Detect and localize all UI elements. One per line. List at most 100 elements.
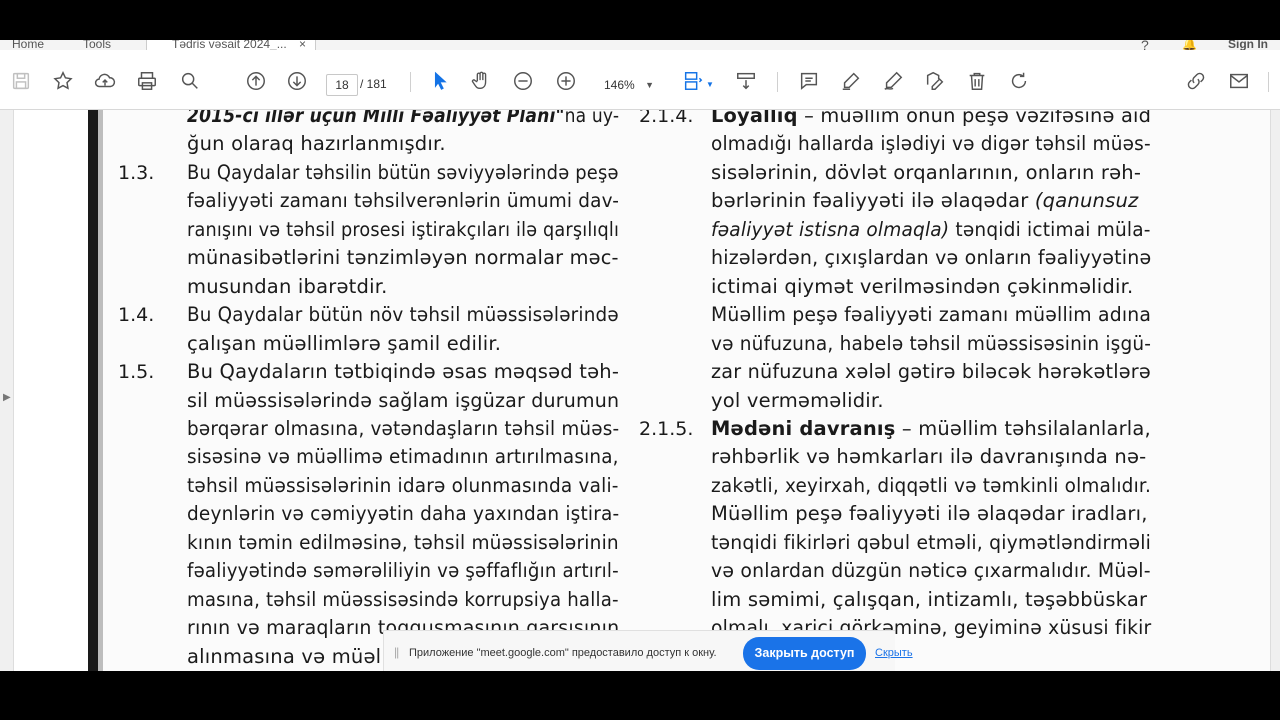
tab-close-icon[interactable]: × xyxy=(299,40,306,50)
help-icon[interactable]: ? xyxy=(1141,40,1149,50)
right-pane-toggle[interactable] xyxy=(1270,110,1280,671)
tab-tools[interactable]: Tools xyxy=(83,40,111,50)
hand-icon[interactable] xyxy=(468,68,494,94)
left_column-text-line: Bu Qaydalar bütün növ təhsil müəssisələr… xyxy=(187,303,619,326)
save-icon[interactable] xyxy=(8,68,34,94)
text-run: ictimai qiymət verilməsindən çəkinməlidi… xyxy=(711,274,1134,298)
left_column-text-line: alınmasına və müəll xyxy=(187,645,387,668)
text-run: Müəllim peşə fəaliyyəti zamanı müəllim a… xyxy=(711,303,1152,327)
print-icon[interactable] xyxy=(134,68,160,94)
sign-icon[interactable] xyxy=(922,68,948,94)
text-run: yol verməməlidir. xyxy=(711,388,884,412)
delete-icon[interactable] xyxy=(964,68,990,94)
sign-in-link[interactable]: Sign In xyxy=(1228,40,1268,50)
text-run: münasibətlərini tənzimləyən normalar məc… xyxy=(187,246,619,270)
text-run: Bu Qaydalar təhsilin bütün səviyyələrind… xyxy=(187,160,619,184)
text-run: təhsil müəssisələrinin idarə olunmasında… xyxy=(187,473,619,497)
right_column-text-line: və nüfuzuna, habelə təhsil müəssisəsinin… xyxy=(711,332,1151,355)
zoom-out-icon[interactable] xyxy=(510,68,536,94)
toolbar: 18 / 181 146% ▼ ▼ xyxy=(0,50,1280,110)
text-run: masına, təhsil müəssisəsində korrupsiya … xyxy=(187,587,619,611)
right_column-text-line: fəaliyyət istisna olmaqla) tənqidi ictim… xyxy=(711,218,1151,241)
left_column-text-line: sil müəssisələrində sağlam işgüzar durum… xyxy=(187,389,619,412)
text-run: ğun olaraq hazırlanmışdır. xyxy=(187,132,446,156)
pdf-page[interactable]: 2015-ci illər üçün Milli Fəaliyyət Planı… xyxy=(103,110,1270,671)
left_column-text-line: sisəsinə və müəllimə etimadının artırılm… xyxy=(187,445,619,468)
right_column-text-line: zakətli, xeyirxah, diqqətli və təmkinli … xyxy=(711,474,1151,497)
left_column-text-line: deynlərin və cəmiyyətin daha yaxından iş… xyxy=(187,502,619,525)
text-run: zar nüfuzuna xələl gətirə biləcək hərəkə… xyxy=(711,360,1151,384)
hide-link[interactable]: Скрыть xyxy=(875,647,913,659)
navigation-pane-toggle[interactable]: ▶ xyxy=(0,110,14,671)
right_column-text-line: tənqidi fikirləri qəbul etməli, qiymətlə… xyxy=(711,531,1151,554)
rotate-icon[interactable] xyxy=(1006,68,1032,94)
chevron-down-icon: ▼ xyxy=(645,80,654,90)
text-run: Müəllim peşə fəaliyyəti ilə əlaqədar ira… xyxy=(711,502,1148,526)
right_column-text-line: Mədəni davranış – müəllim təhsilalanlarl… xyxy=(711,417,1151,440)
expand-arrow-icon[interactable]: ▶ xyxy=(3,392,11,403)
search-icon[interactable] xyxy=(177,68,203,94)
text-run: zakətli, xeyirxah, diqqətli və təmkinli … xyxy=(711,473,1152,497)
drag-handle-icon[interactable]: || xyxy=(394,645,399,659)
highlight-icon[interactable] xyxy=(838,68,864,94)
text-run: tənqidi ictimai müla- xyxy=(949,217,1151,241)
left_column-clause-number: 1.3. xyxy=(118,161,155,184)
text-run: fəaliyyəti zamanı təhsilverənlərin ümumi… xyxy=(187,189,620,213)
text-run: lim səmimi, çalışqan, intizamlı, təşəbbü… xyxy=(711,587,1148,611)
left_column-text-line: fəaliyyətində səmərəliliyin və şəffaflığ… xyxy=(187,559,619,582)
text-run: kının təmin edilməsinə, təhsil müəssisəl… xyxy=(187,530,619,554)
page-fit-icon[interactable] xyxy=(680,68,706,94)
text-run: sisəsinə və müəllimə etimadının artırılm… xyxy=(187,445,619,469)
zoom-select[interactable]: 146% ▼ xyxy=(596,74,660,96)
select-cursor-icon[interactable] xyxy=(427,68,453,94)
link-icon[interactable] xyxy=(1183,68,1209,94)
page-total: / 181 xyxy=(360,77,387,91)
email-icon[interactable] xyxy=(1226,68,1252,94)
comment-icon[interactable] xyxy=(796,68,822,94)
tab-home[interactable]: Home xyxy=(12,40,44,50)
scroll-icon[interactable] xyxy=(733,68,759,94)
bell-icon[interactable]: 🔔 xyxy=(1182,40,1197,50)
stop-sharing-button[interactable]: Закрыть доступ xyxy=(743,637,866,670)
right_column-text-line: ictimai qiymət verilməsindən çəkinməlidi… xyxy=(711,275,1133,298)
left_column-text-line: fəaliyyəti zamanı təhsilverənlərin ümumi… xyxy=(187,189,619,212)
left_column-text-line: Bu Qaydalar təhsilin bütün səviyyələrind… xyxy=(187,161,619,184)
text-run: olmadığı hallarda işlədiyi və digər təhs… xyxy=(711,132,1151,156)
left_column-text-line: ranışını və təhsil prosesi iştirakçıları… xyxy=(187,218,619,241)
text-run: deynlərin və cəmiyyətin daha yaxından iş… xyxy=(187,502,620,526)
draw-icon[interactable] xyxy=(880,68,906,94)
page-number-input[interactable]: 18 xyxy=(326,74,358,96)
text-run: Mədəni davranış xyxy=(711,416,896,440)
left_column-text-line: çalışan müəllimlərə şamil edilir. xyxy=(187,332,501,355)
tab-strip: Home Tools Tədris vəsait 2024_... × ? 🔔 … xyxy=(0,40,1280,50)
left_column-text-line: təhsil müəssisələrinin idarə olunmasında… xyxy=(187,474,619,497)
left_column-text-line: bərqərar olmasına, vətəndaşların təhsil … xyxy=(187,417,619,440)
zoom-in-icon[interactable] xyxy=(553,68,579,94)
right_column-text-line: zar nüfuzuna xələl gətirə biləcək hərəkə… xyxy=(711,360,1151,383)
document-area[interactable]: ▶ 2015-ci illər üçün Milli Fəaliyyət Pla… xyxy=(0,110,1280,671)
text-run: (qanunsuz xyxy=(1034,189,1139,213)
right_column-text-line: lim səmimi, çalışqan, intizamlı, təşəbbü… xyxy=(711,588,1147,611)
text-run: musundan ibarətdir. xyxy=(187,274,388,298)
star-icon[interactable] xyxy=(50,68,76,94)
text-run: çalışan müəllimlərə şamil edilir. xyxy=(187,331,502,355)
right_column-clause-number: 2.1.4. xyxy=(639,110,694,127)
next-page-icon[interactable] xyxy=(284,68,310,94)
text-run: sil müəssisələrində sağlam işgüzar durum… xyxy=(187,388,620,412)
right_column-text-line: Müəllim peşə fəaliyyəti zamanı müəllim a… xyxy=(711,303,1151,326)
tab-document[interactable]: Tədris vəsait 2024_... × xyxy=(146,40,316,50)
upload-icon[interactable] xyxy=(92,68,118,94)
zoom-value: 146% xyxy=(604,78,635,92)
left_column-text-line: ğun olaraq hazırlanmışdır. xyxy=(187,132,446,155)
right_column-clause-number: 2.1.5. xyxy=(639,417,694,440)
left_column-text-line: 2015-ci illər üçün Milli Fəaliyyət Planı… xyxy=(187,110,619,127)
right_column-text-line: hizələrdən, çıxışlardan və onların fəali… xyxy=(711,246,1151,269)
text-run: tənqidi fikirləri qəbul etməli, qiymətlə… xyxy=(711,530,1152,554)
share-message: Приложение "meet.google.com" предоставил… xyxy=(409,647,717,659)
right_column-text-line: və onlardan düzgün nəticə çıxarmalıdır. … xyxy=(711,559,1151,582)
left_column-text-line: musundan ibarətdir. xyxy=(187,275,388,298)
prev-page-icon[interactable] xyxy=(243,68,269,94)
right_column-text-line: Loyallıq – müəllim onun peşə vəzifəsinə … xyxy=(711,110,1151,127)
text-run: və nüfuzuna, habelə təhsil müəssisəsinin… xyxy=(711,331,1152,355)
screen-share-notification: || Приложение "meet.google.com" предоста… xyxy=(383,630,913,672)
